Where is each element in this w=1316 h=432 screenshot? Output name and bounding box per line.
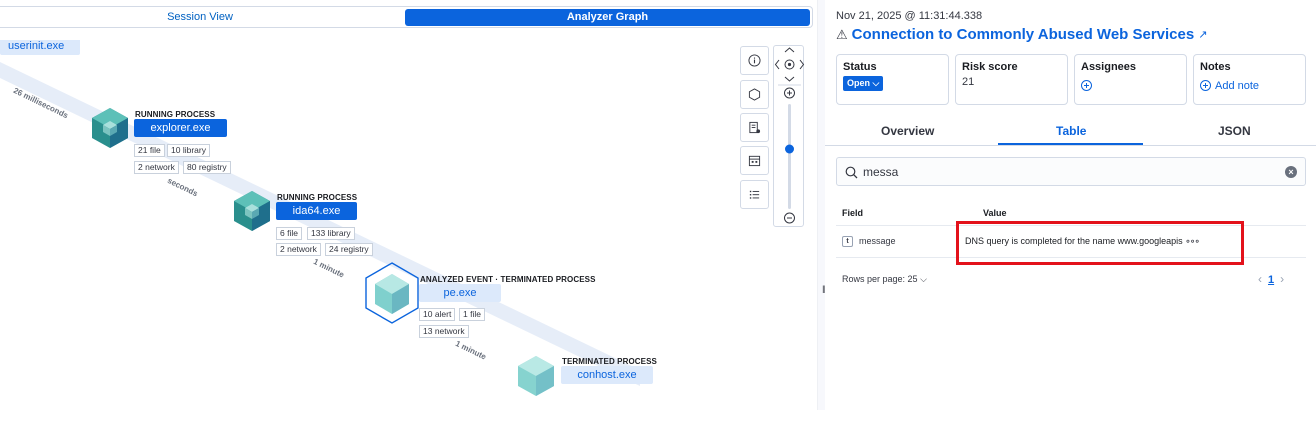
status-value: Open <box>847 78 871 88</box>
calendar-icon <box>748 155 761 167</box>
column-header-value: Value <box>983 208 1007 218</box>
assignees-label: Assignees <box>1081 61 1137 73</box>
node-chip[interactable]: 1 file <box>459 308 485 321</box>
status-card: Status Open ⌵ <box>836 54 949 105</box>
annotation-highlight-box <box>956 221 1244 265</box>
view-switcher: Session View Analyzer Graph <box>0 6 813 28</box>
assignees-card: Assignees <box>1074 54 1187 105</box>
terminated-process-cube-icon[interactable] <box>516 354 556 398</box>
risk-score-card: Risk score 21 <box>955 54 1068 105</box>
pan-right-icon <box>799 59 805 70</box>
navigation-controls <box>774 47 805 224</box>
node-caption: TERMINATED PROCESS <box>562 357 657 366</box>
tab-overview[interactable]: Overview <box>881 124 934 138</box>
rows-per-page-selector[interactable]: Rows per page: 25 ⌵ <box>842 274 927 285</box>
info-icon <box>748 54 761 67</box>
zoom-slider-thumb <box>785 144 794 154</box>
hexagon-icon <box>748 88 761 101</box>
flyout-tabs: Overview Table JSON <box>825 118 1316 146</box>
field-name[interactable]: message <box>859 236 896 246</box>
rows-per-page-label: Rows per page: 25 <box>842 274 918 284</box>
running-process-cube-icon[interactable] <box>232 189 272 233</box>
risk-score-label: Risk score <box>962 61 1018 73</box>
graph-settings-button[interactable] <box>740 113 769 142</box>
tab-analyzer-graph[interactable]: Analyzer Graph <box>405 9 810 26</box>
plus-circle-icon <box>1200 80 1211 92</box>
notes-card: Notes Add note <box>1193 54 1306 105</box>
alert-flyout: Nov 21, 2025 @ 11:31:44.338 ⚠ Connection… <box>825 0 1316 432</box>
node-chip[interactable]: 10 alert <box>419 308 456 321</box>
alert-timestamp: Nov 21, 2025 @ 11:31:44.338 <box>836 10 983 22</box>
column-header-field: Field <box>842 208 864 218</box>
node-label-conhost[interactable]: conhost.exe <box>561 366 653 384</box>
document-gear-icon <box>749 121 761 134</box>
node-caption: ANALYZED EVENT · TERMINATED PROCESS <box>420 275 596 284</box>
node-chip[interactable]: 6 file <box>276 227 302 240</box>
date-picker-button[interactable] <box>740 146 769 175</box>
page-1-link[interactable]: 1 <box>1268 274 1274 286</box>
process-list-button[interactable] <box>740 180 769 209</box>
node-chip[interactable]: 2 network <box>276 243 321 256</box>
previous-page-icon[interactable]: ‹ <box>1258 272 1262 286</box>
graph-info-button[interactable] <box>740 46 769 75</box>
status-label: Status <box>843 61 877 73</box>
node-label-userinit[interactable]: userinit.exe <box>0 40 80 55</box>
node-label-ida64[interactable]: ida64.exe <box>276 202 357 220</box>
risk-score-value: 21 <box>962 76 975 88</box>
graph-edges <box>0 62 640 386</box>
node-chip[interactable]: 2 network <box>134 161 179 174</box>
chevron-down-icon: ⌵ <box>920 274 927 284</box>
pan-left-icon <box>774 59 780 70</box>
node-caption: RUNNING PROCESS <box>277 193 358 202</box>
tab-table[interactable]: Table <box>1056 124 1086 138</box>
running-process-cube-icon[interactable] <box>90 106 130 150</box>
text-field-type-icon: t <box>842 236 853 247</box>
alert-title-text[interactable]: Connection to Commonly Abused Web Servic… <box>852 26 1195 43</box>
clear-search-icon[interactable]: × <box>1285 166 1297 178</box>
zoom-slider-track <box>788 104 791 209</box>
node-chip[interactable]: 80 registry <box>183 161 231 174</box>
pan-up-icon <box>784 47 795 53</box>
node-chip[interactable]: 21 file <box>134 144 165 157</box>
pan-down-icon <box>784 76 795 82</box>
graph-navigation-pad <box>773 45 805 227</box>
active-tab-indicator <box>998 143 1143 145</box>
node-chip[interactable]: 133 library <box>307 227 355 240</box>
search-input[interactable] <box>863 163 1263 180</box>
add-assignee-icon[interactable] <box>1081 80 1092 92</box>
analyzed-process-cube-icon[interactable] <box>364 261 420 325</box>
node-label-pe[interactable]: pe.exe <box>419 284 501 302</box>
add-note-button[interactable]: Add note <box>1200 77 1299 95</box>
next-page-icon[interactable]: › <box>1280 272 1284 286</box>
alert-title[interactable]: ⚠ Connection to Commonly Abused Web Serv… <box>836 26 1207 43</box>
warning-icon: ⚠ <box>836 26 848 42</box>
external-link-icon[interactable]: ↗ <box>1198 28 1207 41</box>
status-dropdown[interactable]: Open ⌵ <box>843 76 884 91</box>
analyzer-pane: Session View Analyzer Graph userinit.exe… <box>0 0 817 410</box>
pagination: ‹ 1 › <box>1258 272 1284 286</box>
node-caption: RUNNING PROCESS <box>135 110 216 119</box>
tab-session-view[interactable]: Session View <box>0 9 400 26</box>
list-icon <box>749 190 760 199</box>
node-chip[interactable]: 13 network <box>419 325 469 338</box>
node-label-explorer[interactable]: explorer.exe <box>134 119 227 137</box>
process-graph[interactable]: userinit.exe 26 milliseconds seconds 1 m… <box>0 40 817 410</box>
node-chip[interactable]: 10 library <box>167 144 210 157</box>
tab-json[interactable]: JSON <box>1218 124 1251 138</box>
search-icon <box>845 166 858 179</box>
notes-label: Notes <box>1200 61 1231 73</box>
node-legend-button[interactable] <box>740 80 769 109</box>
field-search-box[interactable]: × <box>836 157 1306 186</box>
pane-resize-divider[interactable] <box>817 0 825 410</box>
node-chip[interactable]: 24 registry <box>325 243 373 256</box>
add-note-label: Add note <box>1215 79 1260 92</box>
